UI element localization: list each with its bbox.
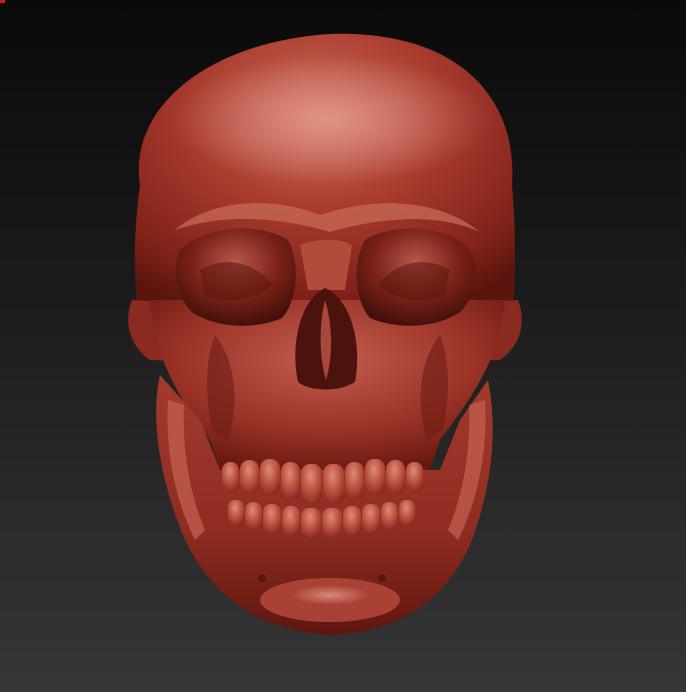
sculpt-viewport[interactable] xyxy=(0,0,686,692)
forehead-highlight xyxy=(170,55,490,185)
right-mental-foramen xyxy=(378,574,386,582)
left-mental-foramen xyxy=(258,574,266,582)
nasal-bridge xyxy=(300,239,352,290)
chin-highlight xyxy=(290,585,370,605)
skull-render[interactable] xyxy=(0,0,686,692)
